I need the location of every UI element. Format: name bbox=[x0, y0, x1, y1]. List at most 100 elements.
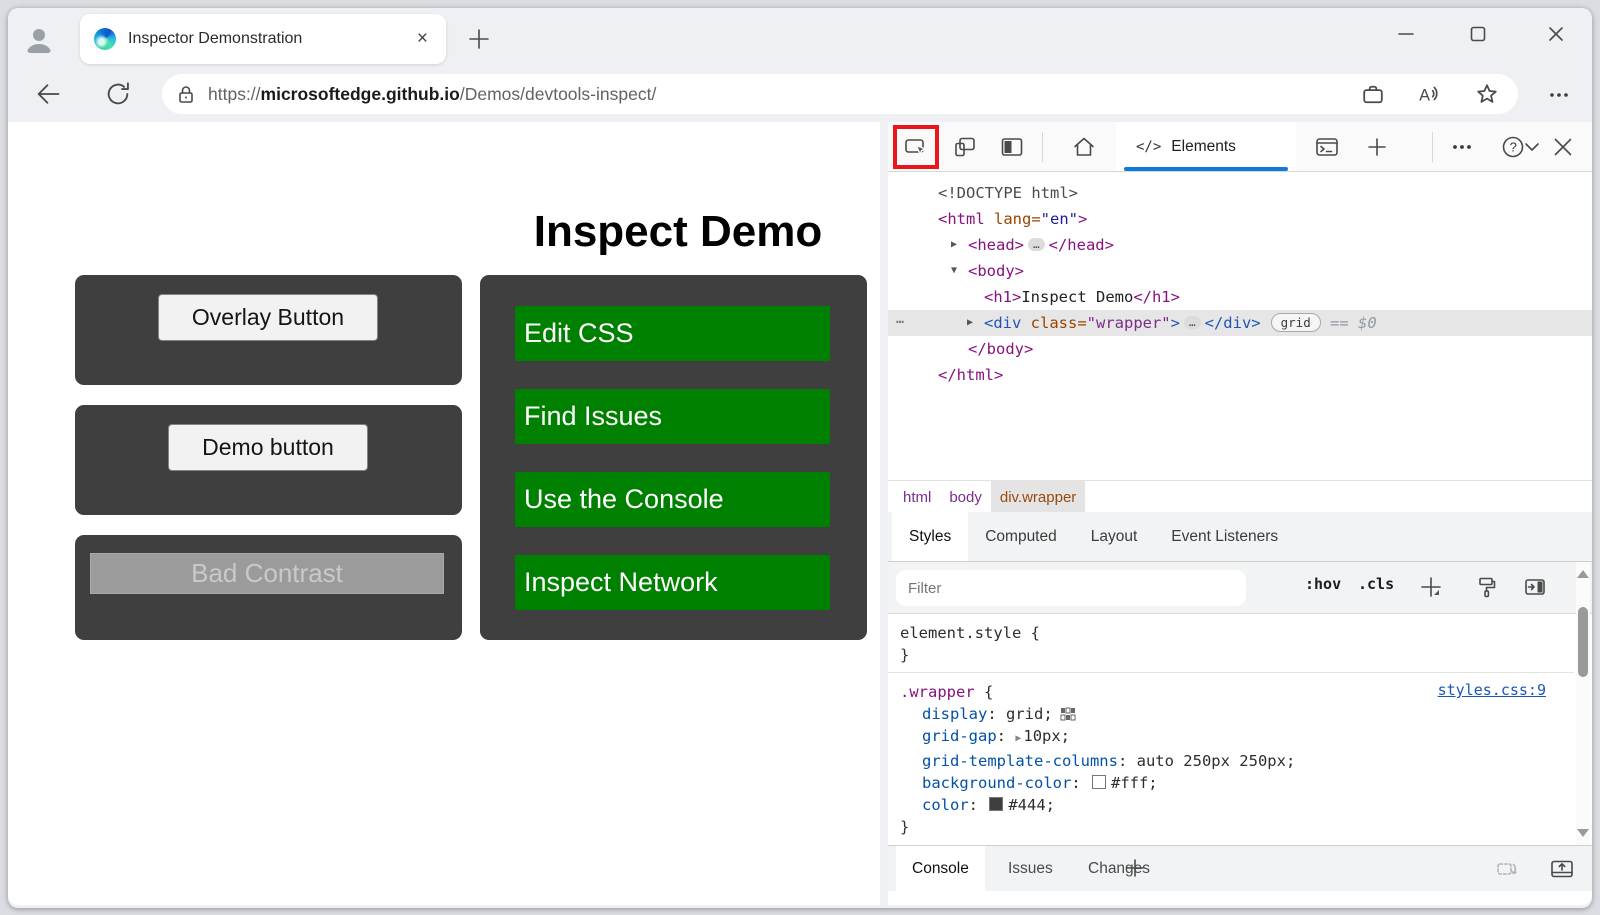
briefcase-icon[interactable] bbox=[1362, 83, 1384, 105]
code-token: color bbox=[922, 796, 969, 814]
inspect-network-button[interactable]: Inspect Network bbox=[515, 555, 830, 610]
lock-icon[interactable] bbox=[176, 84, 196, 104]
code-token: { bbox=[1021, 624, 1040, 642]
device-emulation-button[interactable] bbox=[953, 135, 977, 159]
styles-scrollbar[interactable] bbox=[1576, 562, 1590, 845]
find-issues-button[interactable]: Find Issues bbox=[515, 389, 830, 444]
browser-menu-button[interactable] bbox=[1546, 82, 1572, 113]
drawer-tab-console[interactable]: Console bbox=[896, 846, 985, 891]
css-declaration[interactable]: color: #444; bbox=[900, 794, 1562, 816]
page-heading: Inspect Demo bbox=[478, 207, 878, 257]
refresh-button[interactable] bbox=[104, 80, 132, 108]
dom-tree-row[interactable]: <h1>Inspect Demo</h1> bbox=[888, 284, 1592, 310]
url-text[interactable]: https://microsoftedge.github.io/Demos/de… bbox=[208, 84, 1362, 105]
scroll-up-arrow[interactable] bbox=[1577, 570, 1589, 578]
scroll-down-arrow[interactable] bbox=[1577, 829, 1589, 837]
overlay-button[interactable]: Overlay Button bbox=[158, 294, 378, 341]
tab-close-icon[interactable]: × bbox=[413, 28, 432, 50]
dom-tree-row[interactable]: <html lang="en"> bbox=[888, 206, 1592, 232]
drawer-tab-changes[interactable]: Changes bbox=[1072, 846, 1166, 891]
dom-node-text: <div class="wrapper">…</div>grid == $0 bbox=[888, 310, 1377, 336]
profile-avatar[interactable] bbox=[22, 22, 56, 56]
code-token: <!DOCTYPE html> bbox=[938, 184, 1078, 202]
maximize-button[interactable] bbox=[1463, 22, 1493, 46]
scroll-thumb[interactable] bbox=[1578, 607, 1588, 677]
pseudo-state-toggle[interactable]: :hov bbox=[1305, 575, 1341, 593]
dom-tree-row[interactable]: ⋯ ▶<div class="wrapper">…</div>grid == $0 bbox=[888, 310, 1592, 336]
expand-arrow-icon[interactable]: ▶ bbox=[951, 232, 957, 258]
code-brackets-icon: </> bbox=[1136, 139, 1161, 155]
dom-node-text: </html> bbox=[888, 362, 1003, 388]
stylesheet-link[interactable]: styles.css:9 bbox=[1438, 681, 1546, 699]
grid-badge[interactable]: grid bbox=[1271, 313, 1321, 332]
toolbar-separator bbox=[1432, 132, 1433, 162]
browser-window: Inspector Demonstration × https://micros… bbox=[8, 8, 1592, 908]
paint-format-button[interactable] bbox=[1476, 576, 1498, 598]
element-class-toggle[interactable]: .cls bbox=[1358, 575, 1394, 593]
code-token: : bbox=[987, 705, 1006, 723]
edit-css-button[interactable]: Edit CSS bbox=[515, 306, 830, 361]
chevron-down-icon[interactable] bbox=[1524, 139, 1540, 160]
favorites-star-icon[interactable] bbox=[1476, 83, 1498, 105]
dom-tree-row[interactable]: ▼<body> bbox=[888, 258, 1592, 284]
css-declaration[interactable]: grid-gap: ▶10px; bbox=[900, 725, 1562, 750]
tab-layout[interactable]: Layout bbox=[1074, 512, 1155, 561]
collapsed-ellipsis-icon[interactable]: … bbox=[1028, 238, 1045, 251]
color-swatch[interactable] bbox=[1092, 775, 1106, 789]
browser-tab[interactable]: Inspector Demonstration × bbox=[80, 14, 446, 64]
expand-arrow-icon[interactable]: ▶ bbox=[967, 310, 973, 336]
more-tools-button[interactable] bbox=[1450, 135, 1474, 159]
dom-tree-row[interactable]: </html> bbox=[888, 362, 1592, 388]
new-tab-button[interactable] bbox=[466, 26, 492, 52]
dom-tree-row[interactable]: <!DOCTYPE html> bbox=[888, 180, 1592, 206]
console-panel-button[interactable] bbox=[1315, 135, 1339, 159]
minimize-button[interactable] bbox=[1391, 22, 1421, 46]
dom-tree-row[interactable]: </body> bbox=[888, 336, 1592, 362]
code-token: grid-template-columns bbox=[922, 752, 1118, 770]
styles-filter-input[interactable] bbox=[896, 570, 1246, 606]
tab-elements[interactable]: </> Elements bbox=[1116, 122, 1296, 171]
code-token: </head> bbox=[1049, 236, 1114, 254]
css-declaration[interactable]: background-color: #fff; bbox=[900, 772, 1562, 794]
element-style-rule[interactable]: element.style {} bbox=[888, 614, 1574, 672]
tab-computed[interactable]: Computed bbox=[968, 512, 1074, 561]
collapsed-ellipsis-icon[interactable]: … bbox=[1184, 316, 1201, 329]
grid-editor-icon[interactable] bbox=[1060, 705, 1076, 719]
close-window-button[interactable] bbox=[1541, 22, 1571, 46]
expand-drawer-button[interactable] bbox=[1550, 857, 1574, 881]
row-options-icon[interactable]: ⋯ bbox=[896, 310, 905, 336]
bad-contrast-box: Bad Contrast bbox=[75, 535, 462, 640]
breadcrumb-item-div-wrapper[interactable]: div.wrapper bbox=[991, 481, 1085, 513]
css-declaration[interactable]: grid-template-columns: auto 250px 250px; bbox=[900, 750, 1562, 772]
bad-contrast-button[interactable]: Bad Contrast bbox=[90, 553, 444, 594]
code-token: : bbox=[997, 727, 1016, 745]
drawer-tab-issues[interactable]: Issues bbox=[992, 846, 1069, 891]
dock-side-button[interactable] bbox=[1000, 135, 1024, 159]
expand-arrow-icon[interactable]: ▼ bbox=[951, 258, 957, 284]
demo-button[interactable]: Demo button bbox=[168, 424, 368, 471]
tab-event-listeners[interactable]: Event Listeners bbox=[1154, 512, 1295, 561]
home-button[interactable] bbox=[1072, 135, 1096, 159]
new-rule-dropdown-corner bbox=[1434, 590, 1439, 595]
tab-styles[interactable]: Styles bbox=[892, 512, 968, 561]
add-panel-button[interactable] bbox=[1365, 135, 1389, 159]
breadcrumb-item-html[interactable]: html bbox=[894, 481, 940, 513]
code-token: #444; bbox=[1008, 796, 1055, 814]
help-button[interactable]: ? bbox=[1501, 135, 1525, 159]
css-rule[interactable]: .wrapper {styles.css:9display: grid;grid… bbox=[888, 672, 1574, 844]
address-bar[interactable]: https://microsoftedge.github.io/Demos/de… bbox=[162, 74, 1518, 114]
devtools-close-button[interactable] bbox=[1551, 135, 1575, 159]
use-the-console-button[interactable]: Use the Console bbox=[515, 472, 830, 527]
back-button[interactable] bbox=[34, 80, 62, 108]
read-aloud-icon[interactable]: A bbox=[1418, 83, 1442, 105]
dom-tree-row[interactable]: ▶<head>…</head> bbox=[888, 232, 1592, 258]
drawer-body bbox=[888, 891, 1592, 905]
rotate-dashed-button[interactable] bbox=[1496, 857, 1520, 881]
annotation-highlight bbox=[893, 125, 939, 169]
open-panel-button[interactable] bbox=[1524, 576, 1546, 598]
css-declaration[interactable]: display: grid; bbox=[900, 703, 1562, 725]
breadcrumb-item-body[interactable]: body bbox=[940, 481, 991, 513]
new-style-rule-button[interactable] bbox=[1420, 576, 1442, 598]
color-swatch[interactable] bbox=[989, 797, 1003, 811]
svg-text:A: A bbox=[1419, 87, 1430, 105]
